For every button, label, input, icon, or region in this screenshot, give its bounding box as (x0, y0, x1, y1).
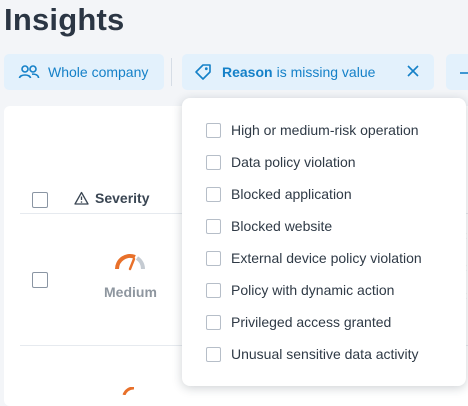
users-icon (18, 64, 40, 80)
warning-triangle-icon (74, 191, 89, 205)
whole-company-filter-chip[interactable]: Whole company (4, 54, 164, 90)
option-checkbox[interactable] (206, 154, 221, 170)
option-blocked-application[interactable]: Blocked application (206, 184, 352, 204)
reason-options-dropdown: High or medium-risk operation Data polic… (182, 98, 466, 386)
option-data-policy-violation[interactable]: Data policy violation (206, 152, 356, 172)
option-label: External device policy violation (231, 250, 422, 266)
option-label: Unusual sensitive data activity (231, 346, 419, 362)
option-blocked-website[interactable]: Blocked website (206, 216, 332, 236)
option-label: Blocked application (231, 186, 352, 202)
option-dynamic-action-policy[interactable]: Policy with dynamic action (206, 280, 394, 300)
option-unusual-sensitive-data[interactable]: Unusual sensitive data activity (206, 344, 419, 364)
severity-column-header[interactable]: Severity (74, 190, 149, 206)
reason-filter-key: Reason (222, 64, 273, 80)
reason-filter-value: is missing value (276, 64, 376, 80)
option-label: High or medium-risk operation (231, 122, 419, 138)
severity-value: Medium (104, 284, 157, 300)
option-label: Blocked website (231, 218, 333, 234)
row-checkbox[interactable] (32, 272, 48, 288)
option-privileged-access[interactable]: Privileged access granted (206, 312, 391, 332)
option-checkbox[interactable] (206, 122, 221, 138)
filter-divider (171, 58, 172, 86)
option-checkbox[interactable] (206, 250, 221, 266)
option-checkbox[interactable] (206, 346, 221, 362)
select-all-checkbox[interactable] (32, 192, 48, 208)
option-external-device-policy[interactable]: External device policy violation (206, 248, 422, 268)
severity-header-label: Severity (95, 190, 150, 206)
option-checkbox[interactable] (206, 314, 221, 330)
tag-icon (194, 63, 212, 81)
page-title: Insights (4, 2, 125, 37)
option-checkbox[interactable] (206, 186, 221, 202)
whole-company-label: Whole company (48, 64, 149, 80)
gauge-icon (113, 250, 147, 272)
option-checkbox[interactable] (206, 218, 221, 234)
gauge-icon (122, 382, 142, 396)
add-filter-chip[interactable] (446, 54, 468, 90)
option-label: Data policy violation (231, 154, 356, 170)
option-checkbox[interactable] (206, 282, 221, 298)
option-label: Privileged access granted (231, 314, 392, 330)
option-high-medium-risk[interactable]: High or medium-risk operation (206, 120, 419, 140)
close-icon[interactable] (406, 64, 420, 78)
reason-filter-chip[interactable]: Reason is missing value (182, 54, 434, 90)
plus-icon (460, 66, 468, 78)
option-label: Policy with dynamic action (231, 282, 395, 298)
